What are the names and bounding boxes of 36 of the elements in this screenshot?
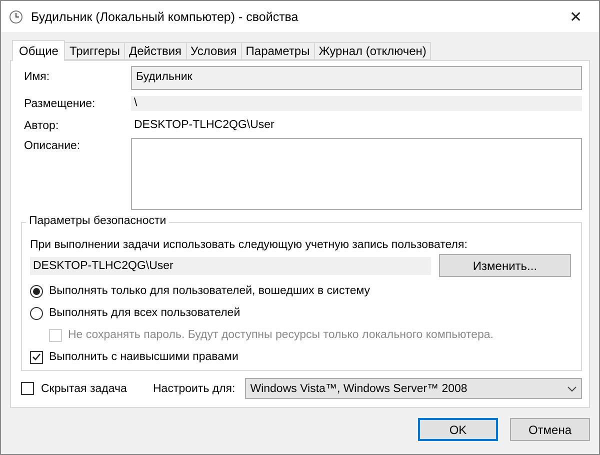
tab[interactable]: Параметры [240,42,315,60]
checkbox[interactable] [21,382,34,395]
field-label: Размещение: [23,97,96,110]
field-label: Описание: [23,139,82,152]
tab[interactable]: Триггеры [64,42,125,60]
close-button[interactable]: ✕ [553,1,599,32]
radio-button[interactable] [30,284,43,298]
tab[interactable]: Общие [12,40,66,61]
option-label: Не сохранять пароль. Будут доступны ресурсы только локального компьютера. [68,329,494,341]
option-label: Выполнять для всех пользователей [49,307,240,319]
account-field: DESKTOP-TLHC2QG\User [30,256,431,274]
radio-button[interactable] [30,306,43,320]
name-field[interactable]: Будильник [131,66,582,90]
description-field[interactable] [131,138,582,210]
change-button[interactable]: Изменить... [439,254,571,277]
option-label: Выполнять только для пользователей, вошедших в систему [49,285,370,297]
tab[interactable]: Действия [124,42,187,60]
tab[interactable]: Журнал (отключен) [314,42,432,60]
option-label: Скрытая задача [41,382,128,394]
option-label: Выполнить с наивысшими правами [49,351,238,363]
cancel-button[interactable]: Отмена [510,418,590,441]
field-label: Настроить для: [153,382,236,394]
configure-dropdown[interactable]: Windows Vista™, Windows Server™ 2008 [245,378,582,399]
group-legend: Параметры безопасности [26,215,170,227]
location-field: \ [131,96,582,111]
tab[interactable]: Условия [186,42,242,60]
author-value: DESKTOP-TLHC2QG\User [133,118,276,133]
window-title: Будильник (Локальный компьютер) - свойства [31,10,300,24]
check-icon [32,353,41,361]
checkbox[interactable] [30,350,43,364]
field-label: Автор: [23,119,60,132]
clock-icon [9,10,23,24]
chevron-down-icon [567,386,577,392]
field-label: Имя: [23,70,51,83]
account-prompt: При выполнении задачи использовать следующую учетную запись пользователя: [30,239,468,251]
ok-button[interactable]: OK [418,418,498,441]
